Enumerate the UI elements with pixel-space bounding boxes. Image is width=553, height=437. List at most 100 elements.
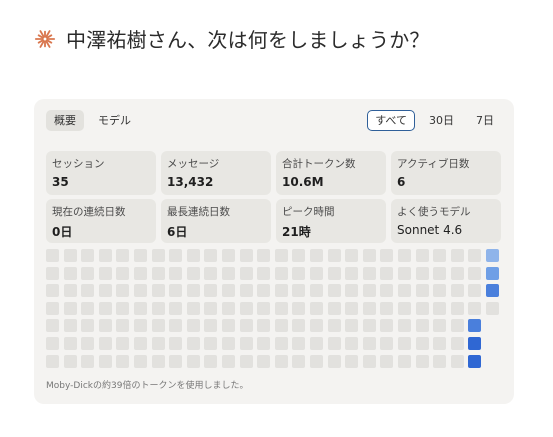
stat-value: 0日 [52,225,73,239]
heatmap-cell [186,301,200,315]
stat-label: メッセージ [167,158,220,170]
heatmap-cell [151,337,165,350]
stat-label: 合計トークン数 [282,158,356,170]
heatmap-cell [468,337,482,350]
heatmap-cell [169,337,183,350]
heatmap-cell [134,319,147,333]
heatmap-cell [134,266,147,280]
range-30-days-button[interactable]: 30日 [421,110,462,131]
range-7-days-button[interactable]: 7日 [468,110,502,131]
heatmap-cell [134,284,147,298]
heatmap-cell [398,337,411,350]
heatmap-cell [468,354,482,368]
heatmap-cell [415,354,429,368]
tab-models[interactable]: モデル [90,110,139,131]
heatmap-cell [239,284,253,298]
heatmap-cell [186,319,200,333]
heatmap-cell [239,249,253,262]
heatmap-cell [186,249,200,262]
heatmap-cell [362,266,376,280]
heatmap-cell [310,249,323,262]
heatmap-cell [450,249,464,262]
heatmap-cell [46,249,59,262]
heatmap-cell [63,301,77,315]
heatmap-cell [257,337,271,350]
heatmap-cell [415,266,429,280]
heatmap-cell [468,266,482,280]
stat-value: 13,432 [167,175,214,189]
heatmap-cell [63,249,77,262]
heatmap-cell [450,319,464,333]
heatmap-cell [327,354,341,368]
heatmap-cell [116,337,130,350]
heatmap-cell [274,249,288,262]
heatmap-cell [486,284,499,298]
heatmap-cell [151,319,165,333]
heatmap-cell [327,284,341,298]
heatmap-cell [116,284,130,298]
heatmap-cell [116,354,130,368]
heatmap-cell [81,301,95,315]
usage-card: 概要 モデル すべて 30日 7日 セッション 35 メッセージ 13,432 … [34,99,514,404]
heatmap-cell [63,266,77,280]
heatmap-cell [450,301,464,315]
heatmap-cell [450,354,464,368]
heatmap-cell [327,319,341,333]
heatmap-cell [398,319,411,333]
heatmap-cell [134,354,147,368]
heatmap-cell [310,266,323,280]
heatmap-cell [274,266,288,280]
heatmap-cell [292,249,306,262]
heatmap-cell [380,284,394,298]
stat-current-streak: 現在の連続日数 0日 [46,199,156,243]
heatmap-cell [46,354,59,368]
heatmap-cell [345,284,359,298]
heatmap-cell [450,266,464,280]
heatmap-cell [98,266,112,280]
heatmap-cell [81,284,95,298]
heatmap-cell [433,249,447,262]
heatmap-cell [292,266,306,280]
stat-value: 6日 [167,225,188,239]
heatmap-cell [63,354,77,368]
heatmap-cell [380,266,394,280]
heatmap-cell [327,301,341,315]
heatmap-cell [222,301,235,315]
heatmap-cell [239,301,253,315]
heatmap-cell [398,284,411,298]
heatmap-cell [398,301,411,315]
heatmap-cell [63,319,77,333]
heatmap-cell [380,354,394,368]
heatmap-cell [239,266,253,280]
heatmap-cell [362,301,376,315]
stat-label: 最長連続日数 [167,206,230,218]
heatmap-cell [292,354,306,368]
heatmap-cell [46,284,59,298]
heatmap-cell [204,319,218,333]
heatmap-cell [81,354,95,368]
activity-heatmap [46,249,506,369]
heatmap-cell [63,284,77,298]
heatmap-cell [468,284,482,298]
heatmap-cell [345,301,359,315]
stat-label: よく使うモデル [397,206,471,218]
heatmap-cell [362,337,376,350]
heatmap-cell [134,249,147,262]
heatmap-cell [116,301,130,315]
stat-sessions: セッション 35 [46,151,156,195]
heatmap-cell [257,249,271,262]
heatmap-cell [415,337,429,350]
range-all-button[interactable]: すべて [367,110,415,131]
heatmap-cell [222,249,235,262]
heatmap-cell [222,319,235,333]
heatmap-cell [486,249,499,262]
tab-overview[interactable]: 概要 [46,110,84,131]
heatmap-cell [169,284,183,298]
heatmap-cell [63,337,77,350]
heatmap-cell [116,319,130,333]
heatmap-cell [486,301,499,315]
heatmap-cell [292,337,306,350]
heatmap-cell [415,301,429,315]
heatmap-cell [46,337,59,350]
heatmap-cell [274,319,288,333]
